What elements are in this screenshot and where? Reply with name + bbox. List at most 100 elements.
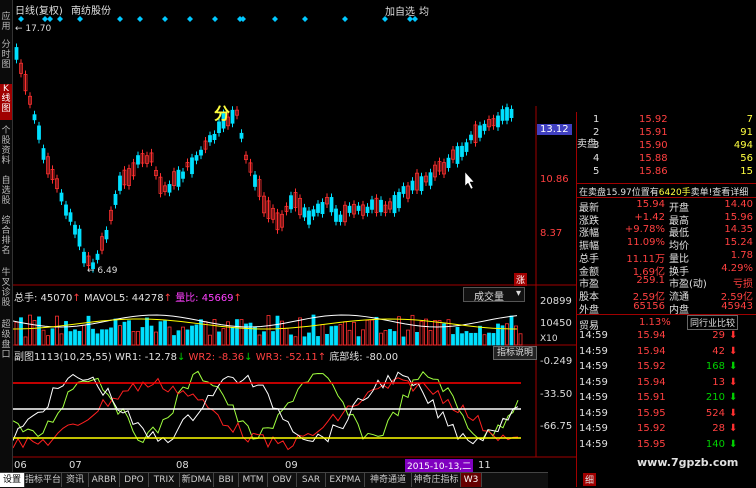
quote-panel: 卖盘 1 15.92 7 2 15.91 91 3 15.90 494 4 15.88 56 5 15.8… bbox=[576, 112, 756, 487]
event-marker-icon[interactable] bbox=[302, 16, 308, 22]
indicator-tab[interactable]: 指标平台 bbox=[25, 473, 62, 487]
sell-order-row[interactable]: 2 15.91 91 bbox=[577, 127, 756, 140]
annotation-text: 分 bbox=[214, 104, 231, 123]
candle-body bbox=[59, 192, 64, 202]
volume-bar bbox=[145, 317, 149, 346]
indicator-tab[interactable]: BBI bbox=[214, 473, 239, 487]
volume-bar bbox=[37, 316, 41, 346]
left-tab-ranking[interactable]: 综合排名 bbox=[0, 216, 12, 260]
volume-bar bbox=[293, 336, 298, 346]
indicator-tab[interactable]: W3 bbox=[461, 473, 482, 487]
sell-order-row[interactable]: 3 15.90 494 bbox=[577, 140, 756, 153]
volume-bar bbox=[82, 324, 86, 346]
indicator-tab[interactable]: SAR bbox=[297, 473, 326, 487]
event-marker-icon[interactable] bbox=[342, 16, 348, 22]
chart-header: 日线(复权) 南纺股份 bbox=[13, 0, 434, 17]
left-tab-stock-info[interactable]: 个股资料 bbox=[0, 126, 12, 170]
volume-bar bbox=[50, 328, 55, 346]
indicator-tab[interactable]: OBV bbox=[268, 473, 297, 487]
event-marker-icon[interactable] bbox=[47, 16, 53, 22]
candle-body bbox=[379, 199, 383, 213]
volume-bar bbox=[316, 336, 320, 346]
volume-bar bbox=[271, 331, 275, 346]
high-price-value: 17.70 bbox=[25, 24, 52, 34]
event-marker-icon[interactable] bbox=[382, 16, 388, 22]
rise-badge[interactable]: 涨 bbox=[514, 273, 528, 286]
tick-volume: 210 bbox=[705, 392, 725, 403]
left-tab-app[interactable]: 应用 bbox=[0, 12, 12, 34]
volume-bar bbox=[149, 325, 154, 346]
indicator-tab[interactable]: 神奇庄指标 bbox=[412, 473, 461, 487]
volume-bar bbox=[329, 326, 334, 346]
volume-bar bbox=[307, 332, 311, 346]
sell-price: 15.91 bbox=[639, 127, 668, 138]
volume-axis-label-0: 20899 bbox=[540, 296, 572, 307]
left-tab-kline[interactable]: K线图 bbox=[0, 84, 12, 120]
volume-bar bbox=[275, 315, 280, 346]
indicator-tab[interactable]: EXPMA bbox=[326, 473, 365, 487]
left-tab-diagnosis[interactable]: 牛叉诊股 bbox=[0, 268, 12, 312]
tick-price: 15.91 bbox=[637, 392, 666, 403]
event-marker-icon[interactable] bbox=[137, 16, 143, 22]
arrow-down-red-icon: ⬇ bbox=[729, 345, 738, 357]
chart-area[interactable] bbox=[13, 16, 577, 472]
tick-volume: 42 bbox=[712, 345, 725, 357]
volume-bar bbox=[325, 333, 329, 346]
chart-mode[interactable]: 日线(复权) bbox=[15, 2, 63, 17]
volume-bar bbox=[428, 330, 433, 346]
indicator-tab[interactable]: 资讯 bbox=[62, 473, 89, 487]
candle-body bbox=[64, 204, 68, 216]
event-marker-icon[interactable] bbox=[212, 16, 218, 22]
event-marker-icon[interactable] bbox=[117, 16, 123, 22]
indicator-tab[interactable]: 设置 bbox=[0, 473, 25, 487]
sell-order-row[interactable]: 1 15.92 7 bbox=[577, 114, 756, 127]
volume-bar bbox=[478, 325, 482, 346]
volume-bar bbox=[509, 315, 514, 346]
sell-order-row[interactable]: 5 15.86 15 bbox=[577, 166, 756, 179]
wr-figure-label: 副图1113(10,25,55) bbox=[14, 352, 112, 363]
event-marker-icon[interactable] bbox=[18, 16, 24, 22]
arrow-down-red-icon: ⬇ bbox=[729, 376, 738, 388]
left-tab-timeshare[interactable]: 分时图 bbox=[0, 40, 12, 72]
volume-bar bbox=[95, 333, 100, 346]
volume-bar bbox=[505, 323, 509, 346]
wr-axis-label-0: -0.249 bbox=[540, 356, 573, 367]
sell-order-row[interactable]: 4 15.88 56 bbox=[577, 153, 756, 166]
event-marker-icon[interactable] bbox=[272, 16, 278, 22]
candle-body bbox=[307, 210, 311, 225]
arrow-down-red-icon: ⬇ bbox=[729, 330, 738, 341]
tick-volume: 28 bbox=[712, 423, 725, 434]
indicator-tab[interactable]: 新DMA bbox=[180, 473, 214, 487]
volume-bar bbox=[415, 332, 419, 346]
indicator-tab[interactable]: ARBR bbox=[89, 473, 120, 487]
event-marker-icon[interactable] bbox=[187, 16, 193, 22]
event-marker-icon[interactable] bbox=[57, 16, 63, 22]
event-marker-icon[interactable] bbox=[162, 16, 168, 22]
stat-value: +1.42 bbox=[634, 211, 665, 223]
indicator-tab[interactable]: 神奇通道 bbox=[365, 473, 412, 487]
quote-stat-row: 总手 11.11万 量比 1.78 bbox=[577, 250, 756, 265]
left-tab-watchlist[interactable]: 自选股 bbox=[0, 176, 12, 210]
volume-bar bbox=[235, 319, 239, 346]
tick-row: 14:59 15.95 524 ⬇ bbox=[577, 408, 756, 422]
tick-price: 15.95 bbox=[637, 407, 666, 419]
event-marker-icon[interactable] bbox=[412, 16, 418, 22]
industry-compare-button[interactable]: 同行业比较 bbox=[687, 315, 739, 330]
left-tab-super-board[interactable]: 超级盘口 bbox=[0, 320, 12, 364]
volume-bar bbox=[181, 326, 185, 346]
volume-dropdown[interactable]: 成交量 ▾ bbox=[463, 287, 525, 303]
candle-body bbox=[320, 202, 325, 215]
volume-bar bbox=[113, 318, 118, 346]
indicator-tab[interactable]: MTM bbox=[239, 473, 268, 487]
detail-tab[interactable]: 细 bbox=[583, 473, 597, 486]
event-markers[interactable] bbox=[18, 16, 418, 22]
indicator-tab[interactable]: DPO bbox=[120, 473, 149, 487]
volume-bar bbox=[194, 324, 199, 346]
volume-bar bbox=[284, 327, 289, 346]
event-marker-icon[interactable] bbox=[77, 16, 83, 22]
stat-value: 45943 bbox=[721, 300, 753, 312]
volume-bar bbox=[262, 331, 266, 346]
indicator-help-button[interactable]: 指标说明 bbox=[493, 346, 537, 360]
indicator-tab[interactable]: TRIX bbox=[149, 473, 180, 487]
volume-bar bbox=[352, 321, 356, 346]
